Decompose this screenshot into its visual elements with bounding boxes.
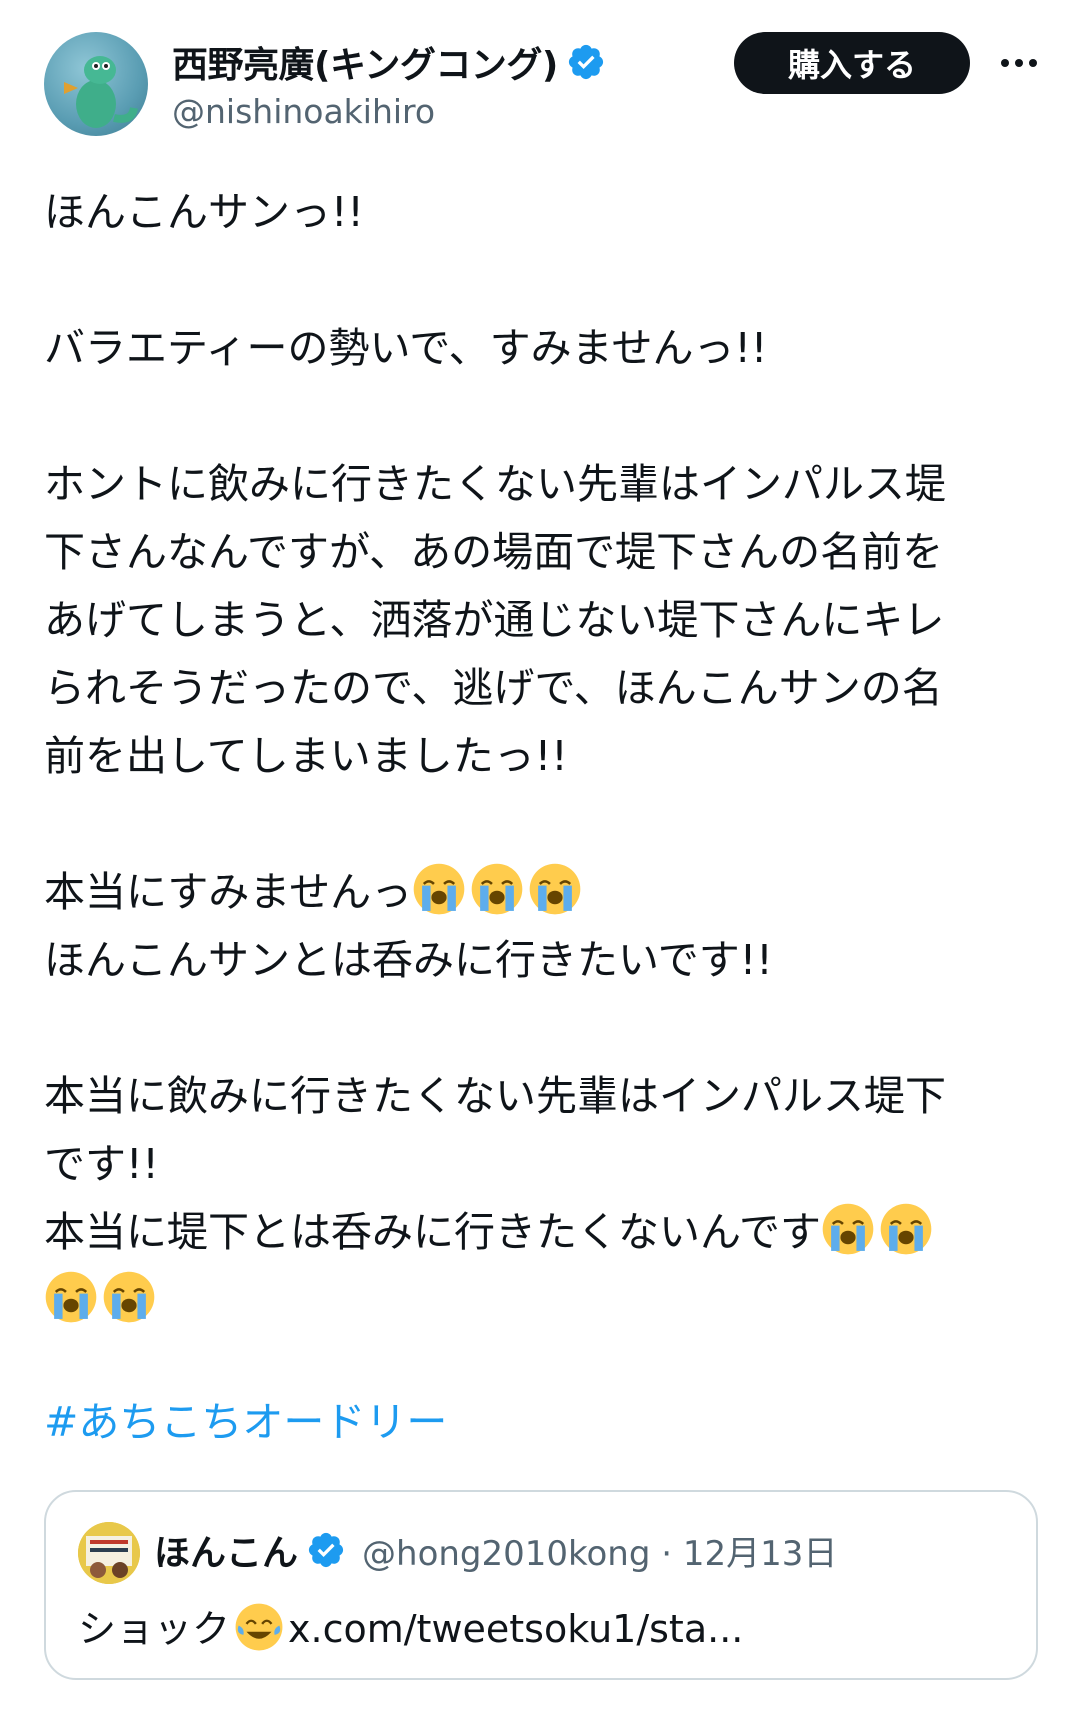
loudly-crying-face-icon	[470, 862, 524, 916]
verified-badge-icon	[306, 1530, 346, 1570]
quoted-name-row: ほんこん @hong2010kong · 12月13日	[154, 1524, 837, 1576]
author-display-name[interactable]: 西野亮廣(キングコング)	[172, 36, 558, 88]
loudly-crying-face-icon	[528, 862, 582, 916]
quoted-author-avatar[interactable]	[78, 1522, 140, 1584]
tweet-line: ほんこんサンっ!!	[44, 188, 364, 236]
tweet-line: 前を出してしまいましたっ!!	[44, 732, 568, 780]
tweet-line: あげてしまうと、洒落が通じない堤下さんにキレ	[44, 596, 945, 644]
quoted-tweet-card[interactable]: ほんこん @hong2010kong · 12月13日 ショック x.com/tw…	[44, 1490, 1038, 1680]
tweet-line-with-emoji: 本当にすみませんっ	[44, 858, 1044, 926]
tweet-line: です!!	[44, 1140, 159, 1188]
quoted-display-name[interactable]: ほんこん	[154, 1524, 298, 1576]
tweet-emoji-line	[44, 1266, 1044, 1334]
verified-badge-icon	[566, 42, 606, 82]
loudly-crying-face-icon	[879, 1202, 933, 1256]
author-avatar[interactable]	[44, 32, 148, 136]
photo-avatar-icon	[78, 1522, 140, 1584]
tweet-body: ほんこんサンっ!! バラエティーの勢いで、すみませんっ!! ホントに飲みに行きた…	[44, 178, 1044, 1334]
author-handle[interactable]: @nishinoakihiro	[172, 92, 435, 131]
tweet-line: 下さんなんですが、あの場面で堤下さんの名前を	[44, 528, 944, 576]
quoted-handle-date: @hong2010kong · 12月13日	[362, 1533, 838, 1574]
tweet-line-with-emoji: 本当に堤下とは呑みに行きたくないんです	[44, 1198, 1044, 1266]
tweet-line-text: 本当に堤下とは呑みに行きたくないんです	[44, 1208, 821, 1256]
quoted-text-body: ショック	[78, 1607, 231, 1651]
tweet-line: バラエティーの勢いで、すみませんっ!!	[44, 324, 768, 372]
loudly-crying-face-icon	[412, 862, 466, 916]
author-name-row[interactable]: 西野亮廣(キングコング)	[172, 36, 606, 88]
buy-button[interactable]: 購入する	[734, 32, 970, 94]
hashtag-link[interactable]: #あちこちオードリー	[44, 1388, 447, 1448]
tweet-line: ホントに飲みに行きたくない先輩はインパルス堤	[44, 460, 946, 508]
face-with-tears-of-joy-icon	[234, 1602, 284, 1652]
tweet-line-text: 本当にすみませんっ	[44, 868, 413, 916]
more-options-icon[interactable]	[994, 40, 1044, 86]
tweet-line: られそうだったので、逃げで、ほんこんサンの名	[44, 664, 943, 712]
loudly-crying-face-icon	[102, 1270, 156, 1324]
dinosaur-avatar-icon	[64, 56, 138, 128]
tweet-line: 本当に飲みに行きたくない先輩はインパルス堤下	[44, 1072, 946, 1120]
quoted-text: ショック x.com/tweetsoku1/sta...	[78, 1598, 743, 1653]
loudly-crying-face-icon	[821, 1202, 875, 1256]
loudly-crying-face-icon	[44, 1270, 98, 1324]
quoted-link[interactable]: x.com/tweetsoku1/sta...	[288, 1607, 743, 1651]
tweet-line: ほんこんサンとは呑みに行きたいです!!	[44, 936, 773, 984]
tweet-header: 西野亮廣(キングコング) @nishinoakihiro 購入する	[0, 0, 1082, 150]
